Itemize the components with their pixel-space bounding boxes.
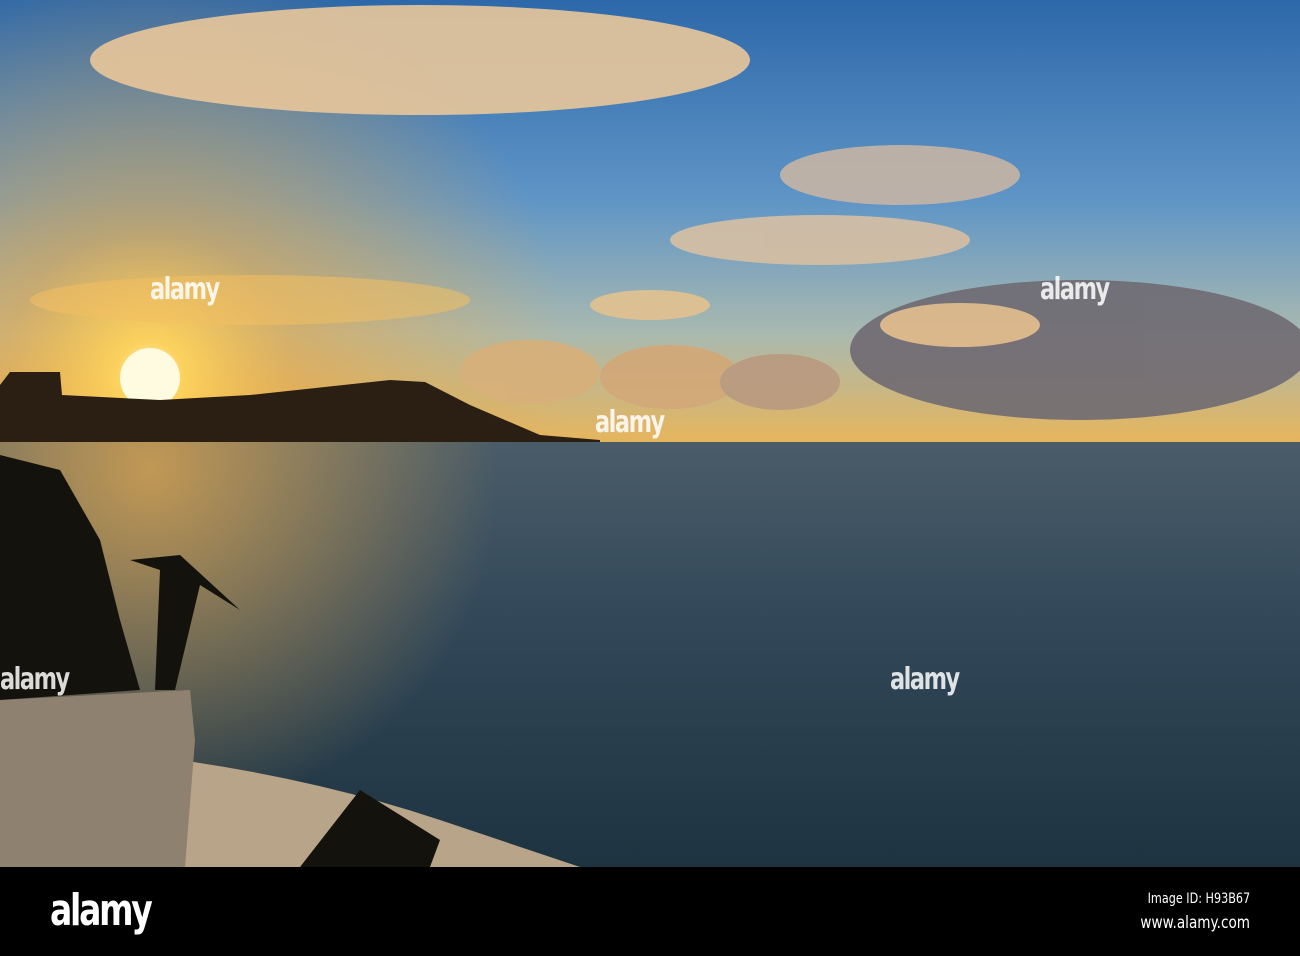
alamy-logo: alamy — [50, 885, 153, 936]
stock-photo-page: alamy alamy alamy alamy alamy alamy Imag… — [0, 0, 1300, 956]
image-id: Image ID: H93B67 — [1147, 891, 1250, 907]
watermark: alamy — [0, 662, 70, 697]
watermark: alamy — [595, 405, 665, 440]
watermark: alamy — [1040, 272, 1110, 307]
website-link[interactable]: www.alamy.com — [1140, 913, 1250, 933]
hotel-building — [0, 690, 195, 867]
footer-bar: alamy Image ID: H93B67 www.alamy.com — [0, 867, 1300, 956]
watermark: alamy — [890, 662, 960, 697]
watermark: alamy — [150, 272, 220, 307]
